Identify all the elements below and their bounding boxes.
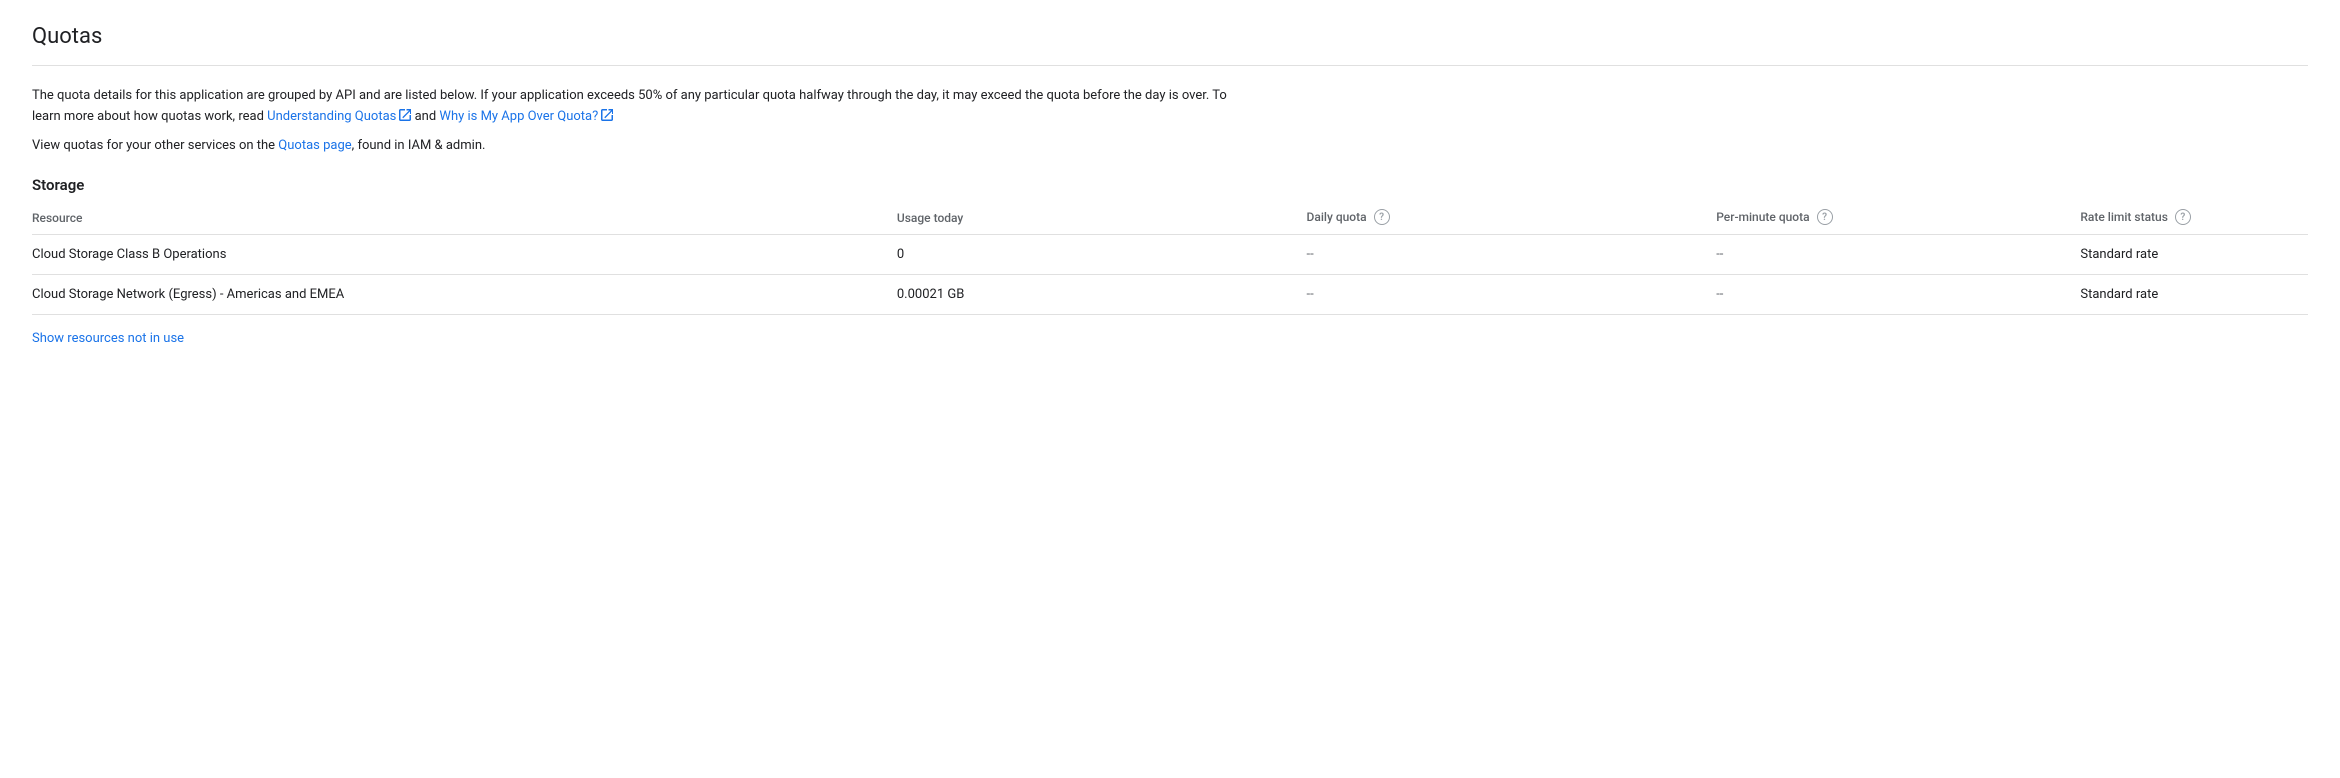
divider	[32, 65, 2308, 66]
col-header-resource: Resource	[32, 202, 897, 235]
storage-section-title: Storage	[32, 176, 2308, 194]
col-header-perminute-quota: Per-minute quota ?	[1716, 202, 2080, 235]
external-link-icon-2	[601, 109, 613, 121]
usage-today-cell-0: 0	[897, 235, 1307, 275]
description-line1: The quota details for this application a…	[32, 86, 1232, 128]
daily-quota-cell-0: --	[1307, 235, 1717, 275]
show-resources-not-in-use-link[interactable]: Show resources not in use	[32, 331, 184, 346]
table-row: Cloud Storage Class B Operations 0 -- --…	[32, 235, 2308, 275]
description-between: and	[411, 109, 439, 124]
daily-quota-help-icon[interactable]: ?	[1374, 209, 1390, 225]
perminute-quota-cell-1: --	[1716, 275, 2080, 315]
rate-limit-help-icon[interactable]: ?	[2175, 209, 2191, 225]
description-text-before-link3: View quotas for your other services on t…	[32, 138, 278, 153]
external-link-icon-1	[399, 109, 411, 121]
description-text-after-link3: , found in IAM & admin.	[352, 138, 486, 153]
resource-cell-1: Cloud Storage Network (Egress) - America…	[32, 275, 897, 315]
quotas-table: Resource Usage today Daily quota ? Per-m…	[32, 202, 2308, 315]
col-header-rate-limit-status: Rate limit status ?	[2080, 202, 2308, 235]
rate-limit-status-cell-0: Standard rate	[2080, 235, 2308, 275]
daily-quota-cell-1: --	[1307, 275, 1717, 315]
table-header-row: Resource Usage today Daily quota ? Per-m…	[32, 202, 2308, 235]
perminute-quota-help-icon[interactable]: ?	[1817, 209, 1833, 225]
col-header-usage-today: Usage today	[897, 202, 1307, 235]
table-row: Cloud Storage Network (Egress) - America…	[32, 275, 2308, 315]
quotas-page-link[interactable]: Quotas page	[278, 138, 351, 153]
resource-cell-0: Cloud Storage Class B Operations	[32, 235, 897, 275]
usage-today-cell-1: 0.00021 GB	[897, 275, 1307, 315]
page-container: Quotas The quota details for this applic…	[0, 0, 2340, 370]
perminute-quota-cell-0: --	[1716, 235, 2080, 275]
page-title: Quotas	[32, 24, 2308, 49]
rate-limit-status-cell-1: Standard rate	[2080, 275, 2308, 315]
why-over-quota-link[interactable]: Why is My App Over Quota?	[439, 109, 613, 124]
understanding-quotas-link[interactable]: Understanding Quotas	[267, 109, 411, 124]
description-line2: View quotas for your other services on t…	[32, 136, 1232, 157]
description-text-before-link1: The quota details for this application a…	[32, 88, 1227, 124]
col-header-daily-quota: Daily quota ?	[1307, 202, 1717, 235]
